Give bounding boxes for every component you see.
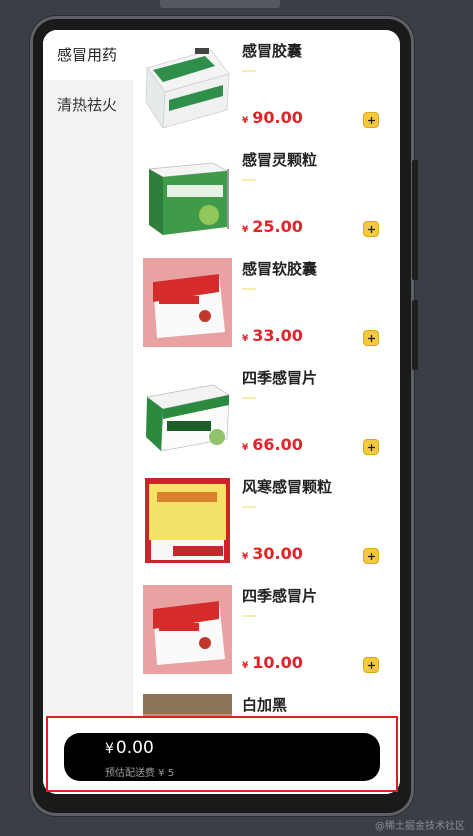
product-subtitle-line (242, 179, 256, 181)
product-name: 四季感冒片 (242, 587, 318, 605)
product-item[interactable]: 四季感冒片 ¥10.00 (133, 575, 400, 683)
plus-icon (367, 225, 375, 233)
product-image (143, 367, 232, 456)
product-price: ¥90.00 (242, 108, 303, 127)
product-item[interactable]: 感冒胶囊 ¥90.00 (133, 30, 400, 138)
product-subtitle-line (242, 70, 256, 72)
product-name: 白加黑 (242, 696, 288, 714)
currency-symbol: ¥ (242, 661, 249, 671)
currency-symbol: ¥ (242, 225, 249, 235)
add-to-cart-button[interactable] (363, 548, 379, 564)
currency-symbol: ¥ (242, 552, 249, 562)
plus-icon (367, 116, 375, 124)
category-heat-clearing[interactable]: 清热祛火 (43, 80, 133, 130)
product-image (143, 258, 232, 347)
product-image (143, 476, 232, 565)
currency-symbol: ¥ (242, 334, 249, 344)
price-value: 33.00 (252, 326, 303, 345)
category-sidebar: 感冒用药 清热祛火 (43, 30, 133, 794)
product-subtitle-line (242, 506, 256, 508)
add-to-cart-button[interactable] (363, 657, 379, 673)
product-name: 感冒软胶囊 (242, 260, 318, 278)
product-image (143, 40, 232, 129)
add-to-cart-button[interactable] (363, 439, 379, 455)
product-item[interactable]: 感冒软胶囊 ¥33.00 (133, 248, 400, 356)
category-cold-medicine[interactable]: 感冒用药 (43, 30, 133, 80)
product-price: ¥25.00 (242, 217, 303, 236)
product-item[interactable]: 四季感冒片 ¥66.00 (133, 357, 400, 465)
price-value: 10.00 (252, 653, 303, 672)
currency-symbol: ¥ (242, 116, 249, 126)
price-value: 30.00 (252, 544, 303, 563)
product-item[interactable]: 风寒感冒颗粒 ¥30.00 (133, 466, 400, 574)
product-name: 风寒感冒颗粒 (242, 478, 333, 496)
add-to-cart-button[interactable] (363, 221, 379, 237)
app-screen: 感冒用药 清热祛火 感冒胶囊 ¥90.00 感冒灵颗粒 ¥ 25.00 感冒软胶… (43, 30, 400, 794)
product-item[interactable]: 感冒灵颗粒 ¥25.00 (133, 139, 400, 247)
product-price: ¥33.00 (242, 326, 303, 345)
product-subtitle-line (242, 288, 256, 290)
product-name: 感冒胶囊 (242, 42, 303, 60)
product-list[interactable]: 感冒胶囊 ¥90.00 感冒灵颗粒 ¥25.00 感冒软胶囊 ¥ 33.00 四… (133, 30, 400, 794)
volume-button (412, 160, 418, 280)
product-subtitle-line (242, 615, 256, 617)
product-price: ¥10.00 (242, 653, 303, 672)
product-subtitle-line (242, 397, 256, 399)
power-button (412, 300, 418, 370)
add-to-cart-button[interactable] (363, 330, 379, 346)
add-to-cart-button[interactable] (363, 112, 379, 128)
price-value: 90.00 (252, 108, 303, 127)
product-name: 四季感冒片 (242, 369, 318, 387)
plus-icon (367, 661, 375, 669)
product-name: 感冒灵颗粒 (242, 151, 318, 169)
price-value: 66.00 (252, 435, 303, 454)
product-image (143, 585, 232, 674)
product-price: ¥66.00 (242, 435, 303, 454)
product-price: ¥30.00 (242, 544, 303, 563)
top-notch-bar (160, 0, 280, 8)
plus-icon (367, 443, 375, 451)
product-image (143, 149, 232, 238)
plus-icon (367, 552, 375, 560)
watermark-credit: @稀土掘金技术社区 (375, 821, 465, 832)
highlight-box (46, 716, 398, 792)
currency-symbol: ¥ (242, 443, 249, 453)
plus-icon (367, 334, 375, 342)
price-value: 25.00 (252, 217, 303, 236)
